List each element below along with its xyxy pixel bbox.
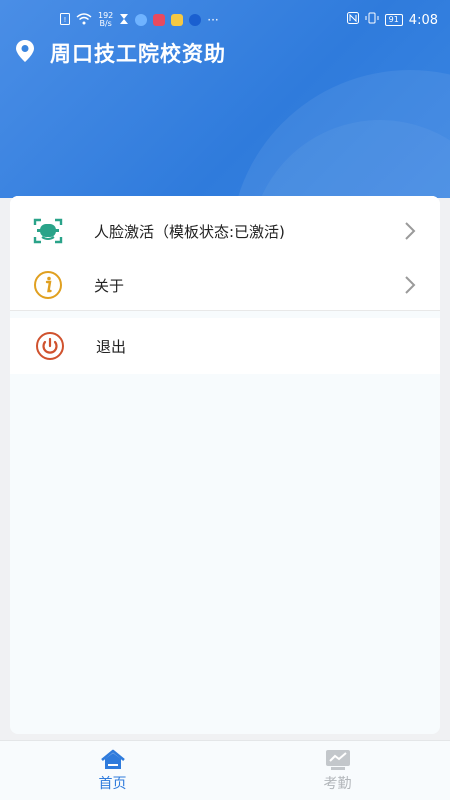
menu-item-face-activation[interactable]: 人脸激活（模板状态:已激活) bbox=[10, 204, 440, 258]
nfc-icon bbox=[346, 12, 359, 28]
logout-button[interactable]: 退出 bbox=[10, 319, 440, 373]
network-speed-unit: B/s bbox=[99, 19, 112, 28]
app-notification-icon bbox=[135, 14, 148, 26]
tab-home-label: 首页 bbox=[98, 776, 127, 792]
settings-group: 人脸激活（模板状态:已激活) 关于 bbox=[10, 196, 440, 310]
page-title: 周口技工院校资助 bbox=[50, 42, 226, 66]
tab-attendance[interactable]: 考勤 bbox=[225, 741, 450, 800]
wifi-icon bbox=[76, 12, 92, 28]
logout-label: 退出 bbox=[96, 337, 127, 356]
menu-item-about[interactable]: 关于 bbox=[10, 258, 440, 312]
more-notifications-icon: ··· bbox=[207, 13, 219, 27]
bottom-tab-bar: 首页 考勤 bbox=[0, 740, 450, 800]
battery-indicator: 91 bbox=[384, 14, 403, 26]
chart-icon bbox=[325, 749, 351, 771]
divider bbox=[10, 310, 440, 311]
hourglass-icon bbox=[119, 13, 129, 28]
app-notification-icon bbox=[189, 14, 202, 26]
location-pin-icon bbox=[14, 39, 36, 67]
header-title-row: 周口技工院校资助 bbox=[14, 38, 226, 68]
home-icon bbox=[100, 749, 126, 771]
status-time: 4:08 bbox=[408, 12, 438, 28]
face-scan-icon bbox=[32, 215, 64, 247]
app-notification-icon bbox=[153, 14, 166, 26]
chevron-right-icon bbox=[402, 274, 418, 296]
menu-item-label: 关于 bbox=[94, 276, 125, 295]
vibrate-icon bbox=[365, 12, 379, 28]
app-header: ! 192 B/s ··· 91 4:08 周口技工院校资助 bbox=[0, 0, 450, 198]
chevron-right-icon bbox=[402, 220, 418, 242]
power-icon bbox=[34, 330, 66, 362]
sim-icon: ! bbox=[60, 12, 70, 28]
settings-card: 人脸激活（模板状态:已激活) 关于 退出 bbox=[10, 196, 440, 734]
app-notification-icon bbox=[171, 14, 184, 26]
logout-group: 退出 bbox=[10, 318, 440, 374]
info-icon bbox=[32, 269, 64, 301]
tab-attendance-label: 考勤 bbox=[323, 776, 352, 792]
network-speed: 192 B/s bbox=[98, 12, 113, 28]
tab-home[interactable]: 首页 bbox=[0, 741, 225, 800]
menu-item-label: 人脸激活（模板状态:已激活) bbox=[94, 222, 285, 241]
svg-text:!: ! bbox=[64, 17, 66, 24]
